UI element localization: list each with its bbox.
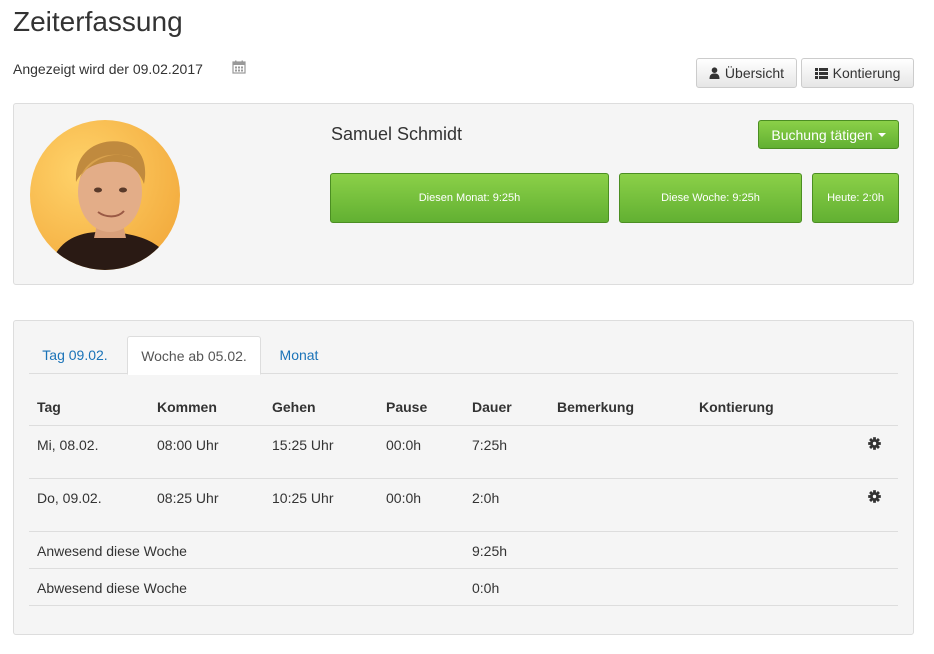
cell-kommen: 08:25 Uhr <box>157 490 219 506</box>
cell-dauer: 2:0h <box>472 490 500 506</box>
summary-value: 0:0h <box>472 580 500 596</box>
cell-tag: Mi, 08.02. <box>37 437 99 453</box>
header-kommen: Kommen <box>157 399 217 415</box>
summary-label: Anwesend diese Woche <box>37 543 187 559</box>
summary-value: 9:25h <box>472 543 508 559</box>
summary-row-anwesend: Anwesend diese Woche 9:25h <box>29 532 898 569</box>
summary-label: Abwesend diese Woche <box>37 580 187 596</box>
time-table-panel: Tag 09.02. Woche ab 05.02. Monat Tag Kom… <box>13 320 914 635</box>
header-dauer: Dauer <box>472 399 512 415</box>
header-gehen: Gehen <box>272 399 316 415</box>
displayed-date: Angezeigt wird der 09.02.2017 <box>13 61 203 77</box>
summary-row-abwesend: Abwesend diese Woche 0:0h <box>29 569 898 606</box>
stat-diesen-monat[interactable]: Diesen Monat: 9:25h <box>330 173 609 223</box>
stat-heute[interactable]: Heute: 2:0h <box>812 173 899 223</box>
period-tabs: Tag 09.02. Woche ab 05.02. Monat <box>29 336 898 375</box>
tab-woche[interactable]: Woche ab 05.02. <box>127 336 261 375</box>
page-title: Zeiterfassung <box>13 6 183 37</box>
cell-pause: 00:0h <box>386 490 422 506</box>
user-name: Samuel Schmidt <box>331 124 463 144</box>
uebersicht-button[interactable]: Übersicht <box>696 58 797 88</box>
cell-gehen: 15:25 Uhr <box>272 437 334 453</box>
caret-down-icon <box>877 132 886 137</box>
table-row: Do, 09.02. 08:25 Uhr 10:25 Uhr 00:0h 2:0… <box>29 479 898 532</box>
avatar <box>30 120 180 270</box>
tab-tag[interactable]: Tag 09.02. <box>29 336 121 374</box>
table-header: Tag Kommen Gehen Pause Dauer Bemerkung K… <box>29 391 898 426</box>
user-icon <box>709 67 720 79</box>
header-tag: Tag <box>37 399 61 415</box>
tab-monat[interactable]: Monat <box>267 336 331 374</box>
buchung-label: Buchung tätigen <box>771 126 873 143</box>
cell-gehen: 10:25 Uhr <box>272 490 334 506</box>
cell-dauer: 7:25h <box>472 437 508 453</box>
kontierung-button[interactable]: Kontierung <box>801 58 914 88</box>
time-table: Tag Kommen Gehen Pause Dauer Bemerkung K… <box>29 391 898 606</box>
kontierung-label: Kontierung <box>832 65 901 81</box>
cell-tag: Do, 09.02. <box>37 490 102 506</box>
uebersicht-label: Übersicht <box>724 65 785 81</box>
header-pause: Pause <box>386 399 428 415</box>
gear-icon[interactable] <box>868 490 881 503</box>
calendar-icon[interactable] <box>232 60 246 74</box>
gear-icon[interactable] <box>868 437 881 450</box>
cell-pause: 00:0h <box>386 437 422 453</box>
buchung-taetigen-button[interactable]: Buchung tätigen <box>758 120 899 149</box>
table-row: Mi, 08.02. 08:00 Uhr 15:25 Uhr 00:0h 7:2… <box>29 426 898 479</box>
stat-diese-woche[interactable]: Diese Woche: 9:25h <box>619 173 802 223</box>
list-icon <box>814 67 828 79</box>
header-bemerkung: Bemerkung <box>557 399 635 415</box>
header-kontierung: Kontierung <box>699 399 774 415</box>
cell-kommen: 08:00 Uhr <box>157 437 219 453</box>
profile-panel: Samuel Schmidt Buchung tätigen Diesen Mo… <box>13 103 914 285</box>
